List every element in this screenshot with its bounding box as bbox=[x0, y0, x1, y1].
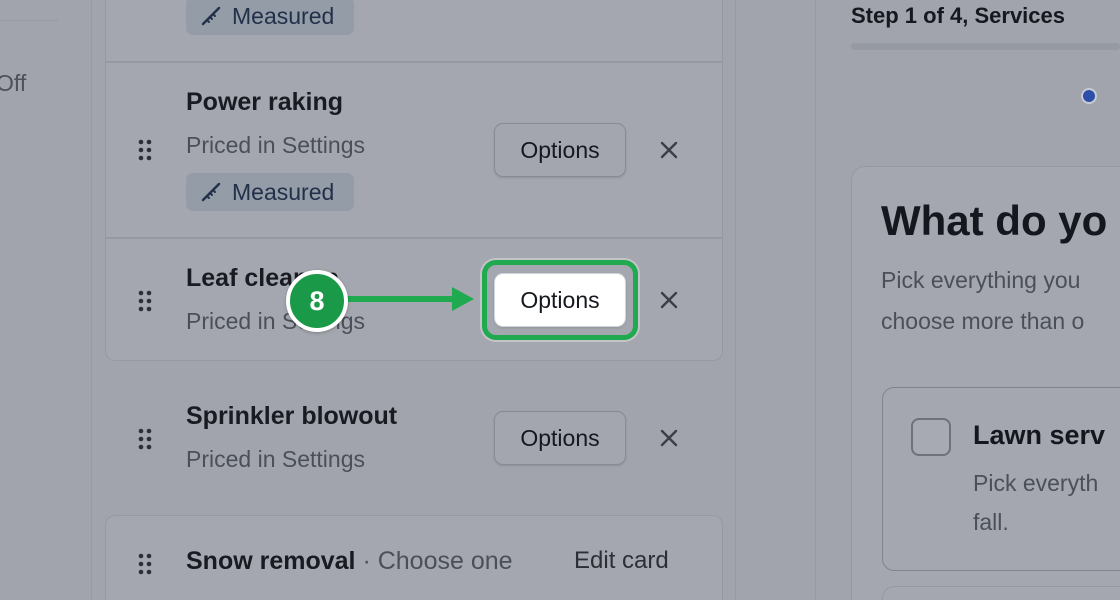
service-title: Power raking bbox=[186, 88, 343, 116]
drag-handle-icon[interactable] bbox=[137, 138, 153, 162]
selection-mode: Choose one bbox=[377, 547, 513, 575]
close-icon[interactable] bbox=[658, 139, 680, 161]
row-divider bbox=[106, 237, 722, 239]
option-checkbox[interactable] bbox=[911, 418, 951, 456]
progress-bar bbox=[851, 43, 1120, 50]
option-title: Lawn serv bbox=[973, 420, 1106, 450]
option-description: Pick everyth bbox=[973, 470, 1099, 496]
edit-card-button[interactable]: Edit card bbox=[574, 547, 669, 575]
next-option-card[interactable] bbox=[882, 586, 1120, 600]
measured-badge: Measured bbox=[186, 173, 354, 211]
drag-handle-icon[interactable] bbox=[137, 427, 153, 451]
separator: · bbox=[355, 547, 378, 575]
divider bbox=[0, 20, 58, 21]
step-dot bbox=[1081, 88, 1097, 104]
step-indicator: Step 1 of 4, Services bbox=[851, 3, 1065, 28]
step-number-badge: 8 bbox=[286, 270, 348, 332]
drag-handle-icon[interactable] bbox=[137, 552, 153, 576]
pointer-arrow bbox=[346, 296, 458, 302]
toggle-state-label: Off bbox=[0, 70, 27, 96]
ruler-icon bbox=[201, 182, 221, 202]
measured-badge: Measured bbox=[186, 0, 354, 35]
badge-label: Measured bbox=[232, 2, 335, 29]
options-button[interactable]: Options bbox=[494, 123, 626, 177]
option-description: fall. bbox=[973, 509, 1009, 535]
card-name: Snow removal bbox=[186, 547, 356, 575]
options-button[interactable]: Options bbox=[494, 411, 626, 465]
service-title: Sprinkler blowout bbox=[186, 402, 398, 430]
left-panel: Off bbox=[0, 0, 92, 600]
question-title: What do yo bbox=[881, 197, 1108, 244]
ruler-icon bbox=[201, 6, 221, 26]
question-subtitle: Pick everything you bbox=[881, 267, 1081, 293]
drag-handle-icon[interactable] bbox=[137, 289, 153, 313]
row-divider bbox=[106, 61, 722, 63]
badge-label: Measured bbox=[232, 178, 335, 205]
snow-card-title: Snow removal · Choose one bbox=[186, 547, 513, 576]
question-subtitle: choose more than o bbox=[881, 308, 1085, 334]
service-subtitle: Priced in Settings bbox=[186, 446, 365, 472]
highlight-ring bbox=[482, 260, 638, 340]
service-subtitle: Priced in Settings bbox=[186, 132, 365, 158]
close-icon[interactable] bbox=[658, 427, 680, 449]
arrow-head bbox=[452, 287, 474, 311]
close-icon[interactable] bbox=[658, 289, 680, 311]
